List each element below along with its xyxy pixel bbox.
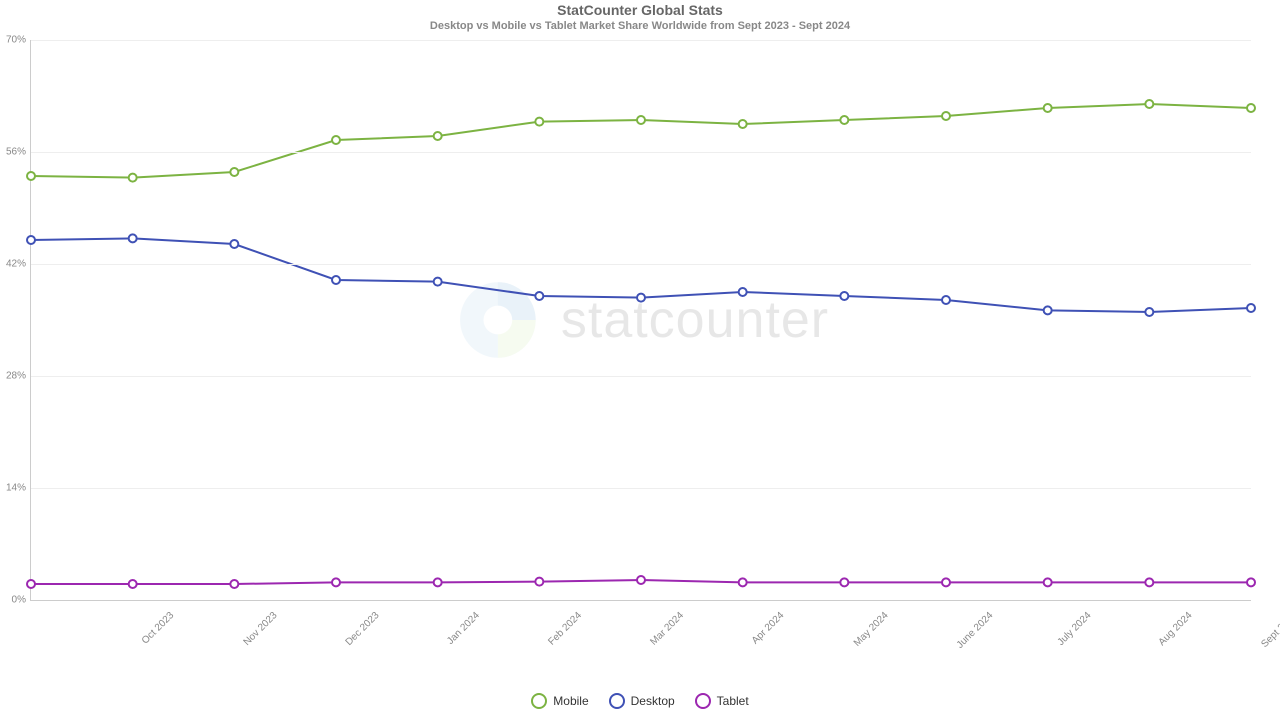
data-point[interactable] — [637, 116, 645, 124]
x-tick-label: Jan 2024 — [445, 610, 482, 647]
x-tick-label: Dec 2023 — [344, 610, 382, 648]
data-point[interactable] — [230, 580, 238, 588]
legend-item-tablet[interactable]: Tablet — [695, 693, 749, 709]
data-point[interactable] — [27, 236, 35, 244]
data-point[interactable] — [637, 576, 645, 584]
data-point[interactable] — [535, 118, 543, 126]
legend-label: Mobile — [553, 694, 588, 708]
data-point[interactable] — [1044, 306, 1052, 314]
data-point[interactable] — [27, 580, 35, 588]
gridline — [31, 264, 1251, 265]
legend-label: Desktop — [631, 694, 675, 708]
data-point[interactable] — [637, 294, 645, 302]
x-tick-label: Sept 2024 — [1259, 610, 1280, 650]
data-point[interactable] — [1044, 104, 1052, 112]
y-tick-label: 28% — [6, 371, 26, 382]
legend-swatch-icon — [531, 693, 547, 709]
x-tick-label: Feb 2024 — [547, 610, 585, 648]
x-tick-label: Oct 2023 — [140, 610, 176, 646]
x-tick-label: Aug 2024 — [1157, 610, 1195, 648]
gridline — [31, 488, 1251, 489]
chart-container: StatCounter Global Stats Desktop vs Mobi… — [0, 0, 1280, 720]
data-point[interactable] — [942, 578, 950, 586]
x-tick-label: June 2024 — [955, 610, 996, 651]
data-point[interactable] — [332, 136, 340, 144]
data-point[interactable] — [840, 292, 848, 300]
data-point[interactable] — [129, 580, 137, 588]
legend-label: Tablet — [717, 694, 749, 708]
data-point[interactable] — [129, 234, 137, 242]
legend-swatch-icon — [609, 693, 625, 709]
data-point[interactable] — [535, 292, 543, 300]
plot-area: statcounter — [30, 40, 1251, 601]
data-point[interactable] — [332, 276, 340, 284]
legend: Mobile Desktop Tablet — [0, 693, 1280, 712]
data-point[interactable] — [434, 132, 442, 140]
gridline — [31, 152, 1251, 153]
data-point[interactable] — [739, 120, 747, 128]
y-tick-label: 14% — [6, 483, 26, 494]
gridline — [31, 376, 1251, 377]
data-point[interactable] — [1247, 104, 1255, 112]
x-tick-label: July 2024 — [1055, 610, 1093, 648]
data-point[interactable] — [332, 578, 340, 586]
x-tick-label: Apr 2024 — [750, 610, 786, 646]
legend-item-desktop[interactable]: Desktop — [609, 693, 675, 709]
y-tick-label: 0% — [12, 595, 26, 606]
data-point[interactable] — [1044, 578, 1052, 586]
data-point[interactable] — [1247, 578, 1255, 586]
data-point[interactable] — [230, 168, 238, 176]
x-tick-label: Nov 2023 — [242, 610, 280, 648]
data-point[interactable] — [230, 240, 238, 248]
chart-title: StatCounter Global Stats — [0, 2, 1280, 18]
y-tick-label: 42% — [6, 259, 26, 270]
data-point[interactable] — [27, 172, 35, 180]
legend-swatch-icon — [695, 693, 711, 709]
data-point[interactable] — [535, 578, 543, 586]
y-tick-label: 56% — [6, 147, 26, 158]
data-point[interactable] — [840, 578, 848, 586]
gridline — [31, 40, 1251, 41]
data-point[interactable] — [942, 112, 950, 120]
chart-subtitle: Desktop vs Mobile vs Tablet Market Share… — [0, 20, 1280, 32]
data-point[interactable] — [1145, 100, 1153, 108]
data-point[interactable] — [739, 288, 747, 296]
data-point[interactable] — [739, 578, 747, 586]
data-point[interactable] — [1247, 304, 1255, 312]
data-point[interactable] — [434, 578, 442, 586]
y-tick-label: 70% — [6, 35, 26, 46]
legend-item-mobile[interactable]: Mobile — [531, 693, 588, 709]
data-point[interactable] — [129, 174, 137, 182]
data-point[interactable] — [1145, 578, 1153, 586]
data-point[interactable] — [434, 278, 442, 286]
data-point[interactable] — [1145, 308, 1153, 316]
chart-svg — [31, 40, 1251, 600]
data-point[interactable] — [840, 116, 848, 124]
x-tick-label: Mar 2024 — [648, 610, 686, 648]
x-tick-label: May 2024 — [852, 610, 891, 649]
data-point[interactable] — [942, 296, 950, 304]
